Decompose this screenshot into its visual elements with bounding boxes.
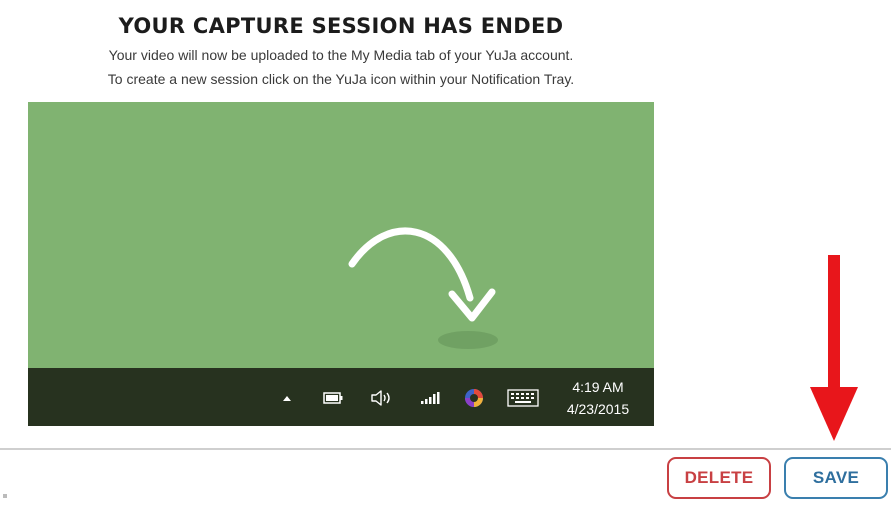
red-down-arrow-icon [810,255,858,441]
tray-time: 4:19 AM [572,379,624,395]
chevron-up-icon[interactable] [280,388,294,408]
tray-date: 4/23/2015 [566,401,630,417]
dialog-title: YOUR CAPTURE SESSION HAS ENDED [118,14,564,38]
edge-marker [3,494,7,498]
dialog-description-line2: To create a new session click on the YuJ… [107,71,575,87]
delete-button[interactable]: DELETE [667,457,771,499]
battery-icon[interactable] [322,388,344,408]
save-button[interactable]: SAVE [784,457,888,499]
dialog-description-line1: Your video will now be uploaded to the M… [108,47,574,63]
speaker-icon[interactable] [369,388,395,408]
curved-arrow-icon [348,227,498,349]
footer-divider [0,448,891,450]
tray-clock[interactable]: 4:19 AM 4/23/2015 [552,376,644,420]
yuja-icon[interactable] [462,388,486,408]
signal-icon[interactable] [418,388,442,408]
keyboard-icon[interactable] [506,388,540,408]
windows-taskbar: 4:19 AM 4/23/2015 [28,368,654,426]
notification-tray-preview: 4:19 AM 4/23/2015 [28,102,654,426]
